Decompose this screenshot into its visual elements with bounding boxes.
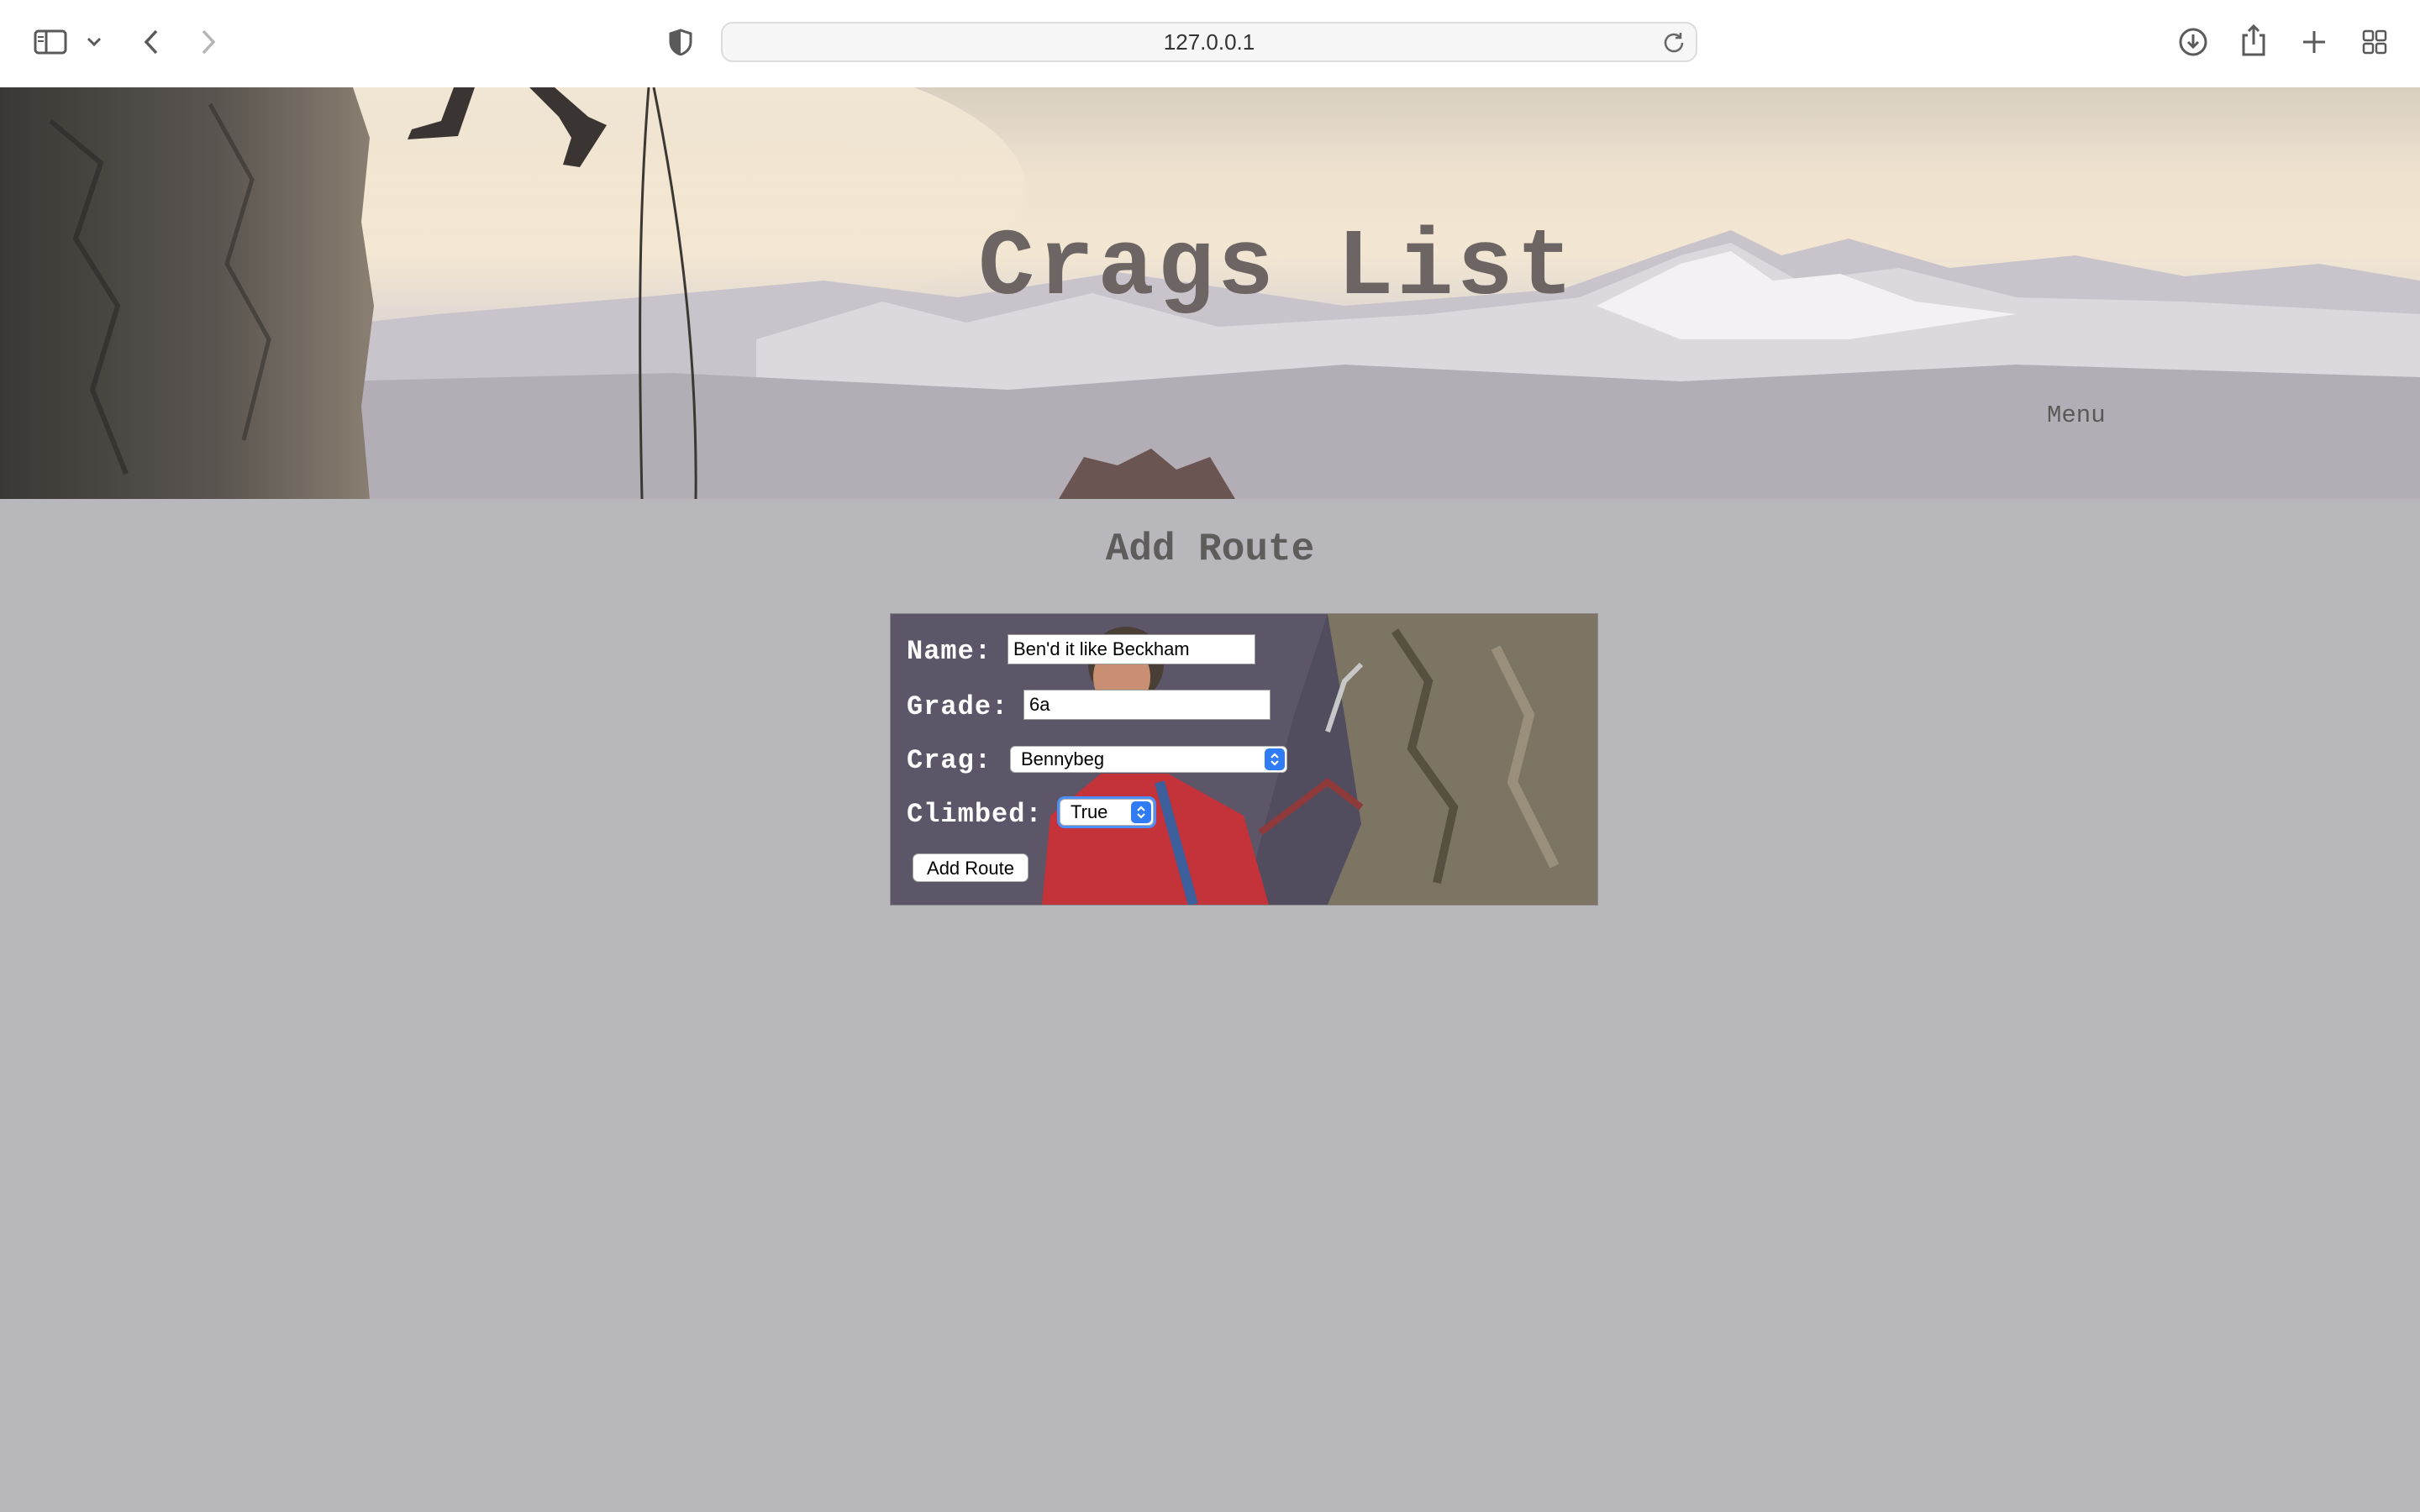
name-label: Name:: [907, 636, 992, 667]
chevron-down-icon[interactable]: [84, 32, 104, 52]
page-heading: Add Route: [1105, 528, 1315, 571]
share-icon[interactable]: [2238, 22, 2269, 59]
grade-label: Grade:: [907, 691, 1009, 722]
add-route-button[interactable]: Add Route: [913, 853, 1028, 882]
browser-toolbar: 127.0.0.1: [0, 0, 2420, 88]
tab-overview-icon[interactable]: [2358, 25, 2391, 59]
back-icon[interactable]: [138, 25, 165, 59]
hero-banner: Crags List Menu: [0, 87, 2420, 499]
sidebar-icon[interactable]: [32, 27, 69, 57]
select-arrows-icon: [1265, 748, 1285, 770]
reload-icon[interactable]: [1662, 30, 1686, 58]
menu-link[interactable]: Menu: [2047, 402, 2106, 429]
climbed-selected-value: True: [1071, 801, 1108, 822]
climbed-label: Climbed:: [907, 799, 1043, 830]
shield-icon[interactable]: [666, 27, 696, 57]
climbed-select[interactable]: True: [1060, 799, 1154, 826]
download-icon[interactable]: [2176, 25, 2210, 59]
crag-label: Crag:: [907, 745, 992, 776]
url-text[interactable]: 127.0.0.1: [723, 24, 1696, 60]
crag-selected-value: Bennybeg: [1021, 748, 1105, 769]
address-bar[interactable]: 127.0.0.1: [721, 22, 1697, 62]
site-title[interactable]: Crags List: [0, 215, 2420, 322]
crag-select[interactable]: Bennybeg: [1010, 746, 1287, 773]
name-input[interactable]: Ben'd it like Beckham: [1007, 634, 1255, 664]
forward-icon[interactable]: [195, 25, 222, 59]
grade-input[interactable]: 6a: [1023, 690, 1270, 720]
select-arrows-icon: [1131, 801, 1151, 823]
new-tab-icon[interactable]: [2297, 25, 2331, 59]
add-route-form: Name: Ben'd it like Beckham Grade: 6a Cr…: [890, 613, 1598, 906]
